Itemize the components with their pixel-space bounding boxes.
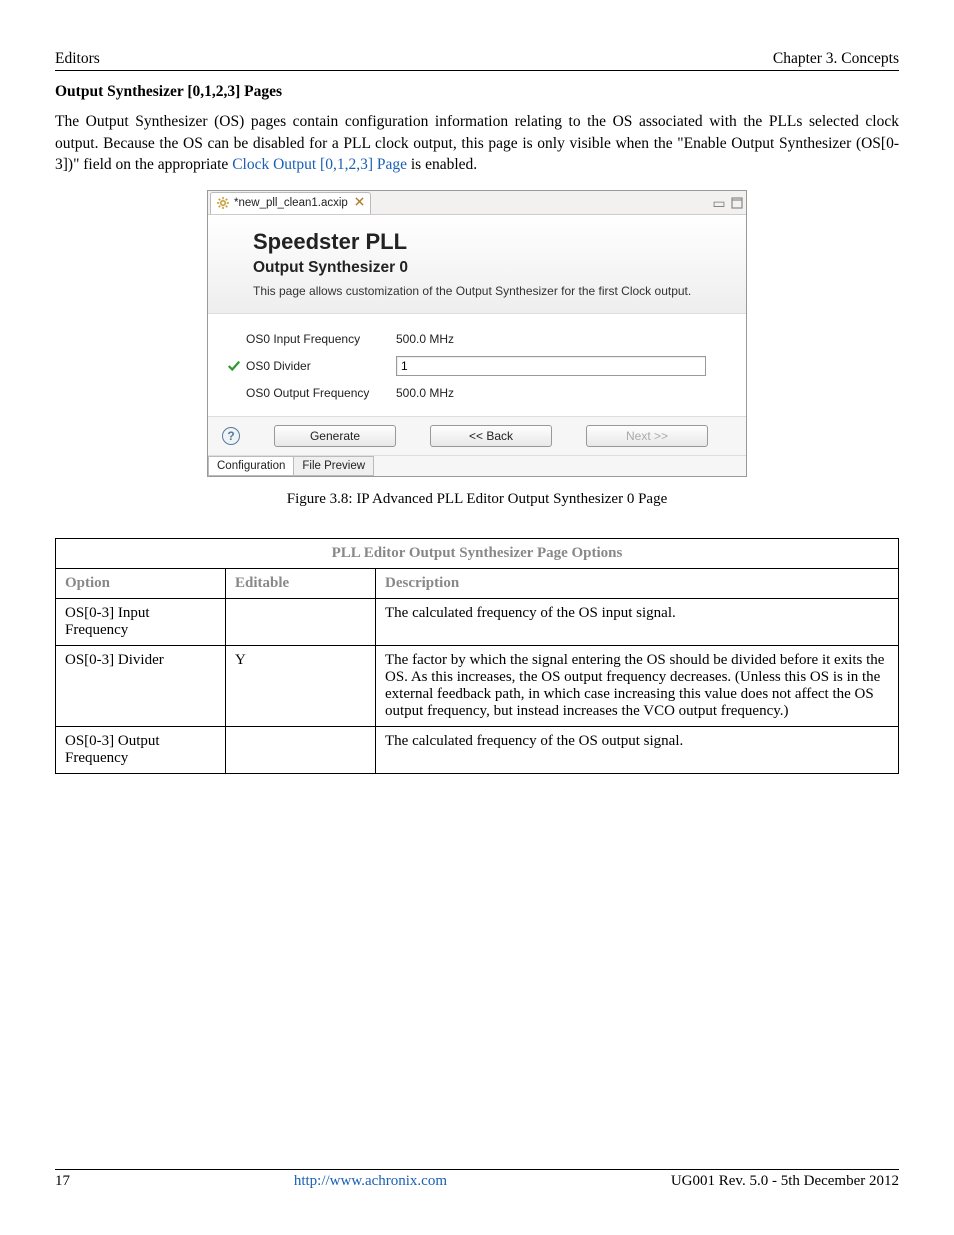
file-tab[interactable]: *new_pll_clean1.acxip [210,192,371,214]
cell-option: OS[0-3] Divider [56,646,226,727]
tab-configuration[interactable]: Configuration [208,456,294,476]
help-icon[interactable]: ? [222,427,240,445]
footer-link[interactable]: http://www.achronix.com [294,1173,447,1189]
cell-editable [226,599,376,646]
table-row: OS[0-3] Input Frequency The calculated f… [56,599,899,646]
form-area: OS0 Input Frequency 500.0 MHz OS0 Divide… [208,314,746,417]
cell-description: The calculated frequency of the OS outpu… [376,727,899,774]
row-output-frequency: OS0 Output Frequency 500.0 MHz [222,386,732,400]
os0-divider-input[interactable] [396,356,706,376]
cell-option: OS[0-3] Input Frequency [56,599,226,646]
cell-option: OS[0-3] Output Frequency [56,727,226,774]
pll-title: Speedster PLL [253,229,721,255]
th-description: Description [376,569,899,599]
os0-output-freq-label: OS0 Output Frequency [246,386,396,400]
close-tab-icon[interactable] [355,197,364,209]
os0-input-freq-value: 500.0 MHz [396,332,454,346]
check-icon [227,359,241,373]
row-divider: OS0 Divider [222,356,732,376]
cell-editable [226,727,376,774]
gear-icon [217,197,229,209]
back-button[interactable]: << Back [430,425,552,447]
os0-input-freq-label: OS0 Input Frequency [246,332,396,346]
tab-file-preview[interactable]: File Preview [293,456,374,476]
pll-description: This page allows customization of the Ou… [253,283,721,299]
options-table: PLL Editor Output Synthesizer Page Optio… [55,538,899,774]
header-right: Chapter 3. Concepts [773,50,899,68]
pll-subtitle: Output Synthesizer 0 [253,259,721,277]
check-col-checked [222,359,246,373]
th-option: Option [56,569,226,599]
generate-button[interactable]: Generate [274,425,396,447]
row-input-frequency: OS0 Input Frequency 500.0 MHz [222,332,732,346]
pll-header-panel: Speedster PLL Output Synthesizer 0 This … [208,215,746,314]
editor-tabbar: *new_pll_clean1.acxip ▭ [208,191,746,215]
button-row: ? Generate << Back Next >> [208,417,746,456]
th-editable: Editable [226,569,376,599]
page-header: Editors Chapter 3. Concepts [55,50,899,71]
footer-rev: UG001 Rev. 5.0 - 5th December 2012 [671,1173,899,1190]
cell-description: The factor by which the signal entering … [376,646,899,727]
figure-caption: Figure 3.8: IP Advanced PLL Editor Outpu… [55,491,899,508]
cell-description: The calculated frequency of the OS input… [376,599,899,646]
page-footer: 17 http://www.achronix.com UG001 Rev. 5.… [55,1169,899,1190]
section-heading: Output Synthesizer [0,1,2,3] Pages [55,83,899,101]
minimize-icon[interactable]: ▭ [710,196,728,210]
maximize-icon[interactable] [728,197,746,209]
pll-editor-window: *new_pll_clean1.acxip ▭ Speedster PLL Ou… [207,190,747,477]
file-tab-label: *new_pll_clean1.acxip [234,197,348,209]
table-row: OS[0-3] Divider Y The factor by which th… [56,646,899,727]
bottom-tab-row: Configuration File Preview [208,456,746,476]
intro-paragraph: The Output Synthesizer (OS) pages contai… [55,111,899,176]
table-row: OS[0-3] Output Frequency The calculated … [56,727,899,774]
header-left: Editors [55,50,100,68]
cell-editable: Y [226,646,376,727]
intro-text-post: is enabled. [407,156,477,173]
table-title: PLL Editor Output Synthesizer Page Optio… [56,539,899,569]
page-number: 17 [55,1173,70,1190]
clock-output-link[interactable]: Clock Output [0,1,2,3] Page [232,156,407,173]
next-button: Next >> [586,425,708,447]
os0-divider-label: OS0 Divider [246,359,396,373]
os0-output-freq-value: 500.0 MHz [396,386,454,400]
